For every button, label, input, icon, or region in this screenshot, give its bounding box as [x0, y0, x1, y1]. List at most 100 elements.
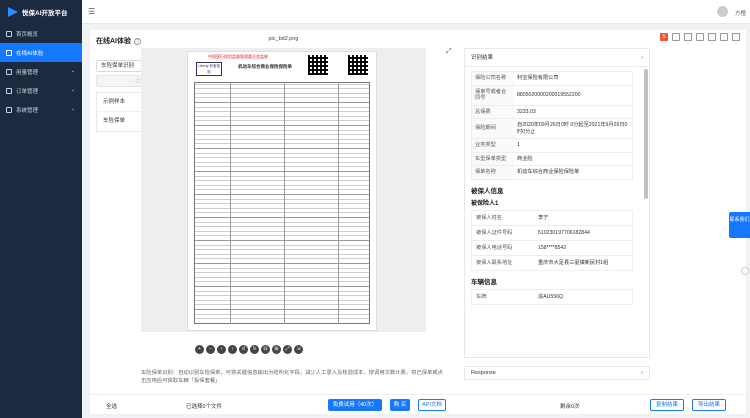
table-row: 被保人电话号码 158****8542	[471, 239, 633, 255]
field-value: 3233.03	[517, 108, 536, 115]
table-row: 车型保单类型 商业险	[471, 151, 633, 165]
selected-count: 已选择0个文件	[186, 404, 223, 410]
sidebar-item[interactable]: 用量管理 ⌄	[0, 62, 82, 81]
table-row: 被保人证件号码 510230197706182844	[471, 224, 633, 240]
grid-icon[interactable]	[732, 33, 740, 41]
free-trial-button[interactable]: 免费试用（40次）	[328, 399, 382, 411]
result-panel: 识别结果 › 保险公司名称 利宝保险有限公司 保单号或者合同号 88050200002…	[464, 48, 650, 358]
result-header[interactable]: 识别结果 ›	[465, 49, 649, 67]
image-tool-icon[interactable]: −	[206, 345, 215, 354]
document-title: 机动车综合商业保险保险单	[238, 64, 292, 69]
section-title: 车辆信息	[471, 278, 497, 286]
panel-item-label: 示例样本	[103, 99, 126, 105]
vehicle-table: 车牌 渝AU556Q	[471, 288, 642, 305]
field-label: 被保人联系地址	[476, 259, 513, 266]
service-description: 车险保单识别：自动识别车险保单，可将关键信息输出为结构化字段，减少人工录入及核验…	[141, 370, 443, 384]
scrollbar[interactable]	[644, 69, 648, 199]
field-label: 保单号或者合同号	[472, 85, 514, 105]
menu-toggle-icon[interactable]: ☰	[88, 7, 95, 16]
image-tool-icon[interactable]: ›	[228, 345, 237, 354]
select-all-checkbox[interactable]: 全选	[106, 402, 117, 410]
section-title: 被保人信息	[471, 187, 504, 195]
api-doc-button[interactable]: API文档	[418, 399, 446, 411]
shirt-icon[interactable]	[720, 33, 728, 41]
result-body: 保险公司名称 利宝保险有限公司 保单号或者合同号 880502000020001955…	[465, 67, 642, 357]
moon-icon[interactable]	[672, 33, 680, 41]
document-viewer[interactable]: 中国银行保险监督管理委员会监制 Liberty 利宝保险 机动车综合商业保险保险…	[141, 48, 426, 332]
keyboard-icon[interactable]	[708, 33, 716, 41]
image-tool-icon[interactable]: ‹	[217, 345, 226, 354]
table-divider	[338, 82, 339, 324]
field-value: 利宝保险有限公司	[517, 75, 559, 81]
field-value: 机动车综合商业保险保险单	[517, 169, 580, 175]
result-table: 保险公司名称 利宝保险有限公司 保单号或者合同号 880502000020001955…	[471, 71, 642, 180]
response-label: Response	[471, 370, 496, 376]
nav-icon	[6, 87, 12, 94]
chevron-right-icon: ›	[641, 370, 643, 376]
buy-button[interactable]: 购 买	[390, 399, 410, 411]
table-row: 保险期间 自2020年09月26日0时 0分起至2021年9月26日0时0分止	[471, 118, 633, 138]
sidebar: 悦保AI开放平台 首页概览 在线AI体验 用量管理 ⌄ 订单管理 ⌄ 系统管理 ⌄	[0, 0, 82, 418]
chevron-down-icon: ⌄	[70, 68, 75, 74]
field-value: 1	[517, 142, 520, 148]
sidebar-item[interactable]: 订单管理 ⌄	[0, 81, 82, 100]
emoji-icon[interactable]	[684, 33, 692, 41]
field-label: 被保人证件号码	[476, 229, 513, 236]
image-tool-icon[interactable]: ⊞	[272, 345, 281, 354]
chevron-right-icon: ›	[641, 55, 643, 61]
export-result-button[interactable]: 导出结果	[692, 399, 726, 411]
fullscreen-icon[interactable]: ⤢	[446, 48, 454, 56]
field-label: 被保人姓名	[476, 214, 502, 221]
table-row: 业务类型 1	[471, 138, 633, 152]
qr-code-icon	[308, 55, 328, 75]
sidebar-item[interactable]: 在线AI体验	[0, 43, 82, 62]
image-tool-icon[interactable]: +	[195, 345, 204, 354]
panel-item-label: 车险保单	[103, 118, 126, 124]
policy-document-image: 中国银行保险监督管理委员会监制 Liberty 利宝保险 机动车综合商业保险保险…	[187, 51, 377, 331]
section-subtitle: 被保险人1	[471, 200, 499, 207]
table-row: 保险公司名称 利宝保险有限公司	[471, 71, 633, 85]
help-icon[interactable]: ?	[134, 37, 141, 45]
user-name[interactable]: 方橙	[735, 9, 746, 17]
nav-icon	[6, 30, 12, 37]
mic-icon[interactable]	[696, 33, 704, 41]
field-value: 8805020000200019552200	[517, 91, 581, 98]
insurer-logo: Liberty 利宝保险	[196, 62, 222, 76]
image-tool-icon[interactable]: ↺	[239, 345, 248, 354]
image-tool-icon[interactable]: ⤢	[283, 345, 292, 354]
browser-toolbar: S	[660, 33, 740, 41]
image-tool-icon[interactable]: ⇲	[294, 345, 303, 354]
contact-us-button[interactable]: 联系我们	[729, 212, 750, 238]
field-label: 保险期间	[472, 119, 514, 138]
nav-icon	[6, 49, 12, 56]
table-divider	[230, 82, 231, 324]
response-panel[interactable]: Response ›	[464, 366, 650, 380]
table-row: 总保费 3233.03	[471, 104, 633, 118]
sidebar-item[interactable]: 首页概览	[0, 24, 82, 43]
field-label: 车牌	[476, 293, 487, 300]
field-value: 自2020年09月26日0时 0分起至2021年9月26日0时0分止	[517, 122, 628, 135]
table-row: 车牌 渝AU556Q	[471, 288, 633, 305]
sidebar-item-label: 在线AI体验	[16, 50, 44, 57]
sidebar-item-label: 用量管理	[16, 69, 39, 76]
sidebar-item-label: 系统管理	[16, 107, 39, 114]
field-value: 158****8542	[538, 244, 567, 251]
table-divider	[284, 82, 285, 324]
chat-icon[interactable]	[741, 267, 749, 275]
chevron-down-icon: ⌄	[70, 87, 75, 93]
nav-icon	[6, 68, 12, 75]
bottom-bar: 全选 已选择0个文件 免费试用（40次） 购 买 API文档 剩余0次 复制结果…	[90, 394, 746, 414]
sidebar-item[interactable]: 系统管理 ⌄	[0, 100, 82, 119]
image-tool-icon[interactable]: ⊟	[261, 345, 270, 354]
page-title: 在线AI体验	[96, 38, 131, 45]
sogou-icon[interactable]: S	[660, 33, 668, 41]
image-tool-icon[interactable]: ↻	[250, 345, 259, 354]
service-select-value: 车险保单识别	[101, 63, 135, 69]
avatar[interactable]	[717, 6, 728, 17]
table-row: 保单名称 机动车综合商业保险保险单	[471, 165, 633, 180]
copy-result-button[interactable]: 复制结果	[650, 399, 684, 411]
field-label: 总保费	[472, 105, 514, 118]
app-logo[interactable]: 悦保AI开放平台	[0, 0, 82, 24]
field-label: 车型保单类型	[472, 152, 514, 165]
field-value: 商业险	[517, 155, 533, 162]
